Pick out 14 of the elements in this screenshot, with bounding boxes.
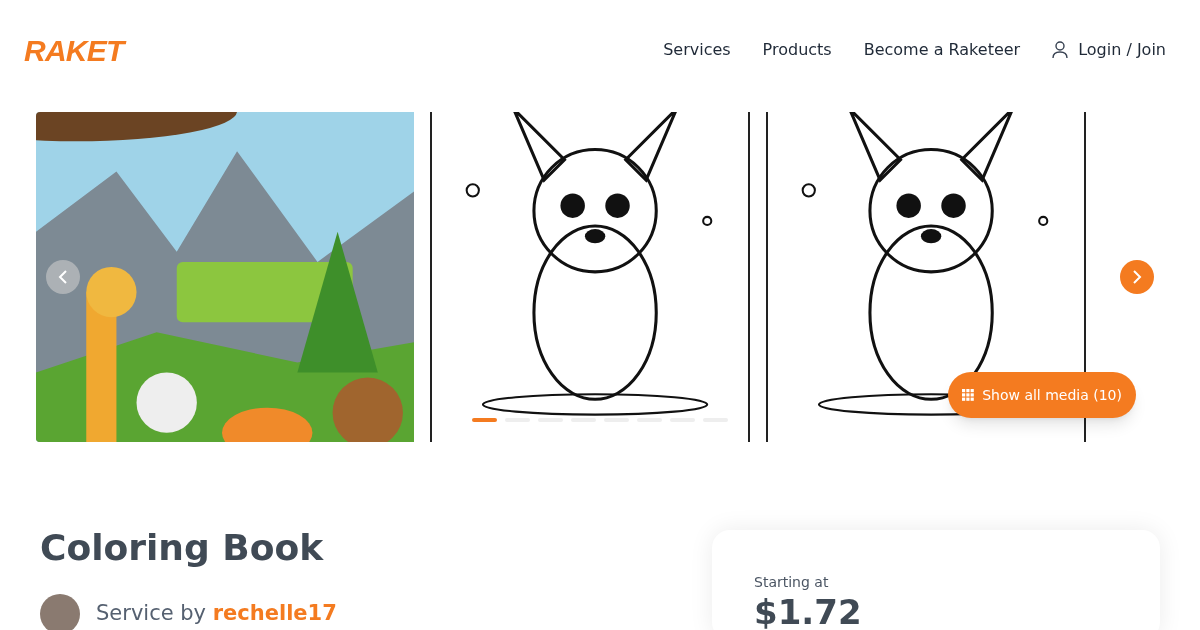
chevron-left-icon (58, 270, 68, 284)
price-label: Starting at (754, 573, 830, 592)
nav-link[interactable]: Services (663, 38, 731, 62)
next-button[interactable] (1120, 260, 1154, 294)
nav-link[interactable]: Become a Raketeer (863, 38, 1021, 62)
price-value: $1.72 (754, 593, 863, 630)
user-icon (1052, 41, 1069, 59)
grid-icon (962, 389, 975, 401)
listing-title: Coloring Book (40, 526, 325, 570)
avatar (40, 594, 80, 630)
nav-link[interactable]: Products (762, 38, 832, 62)
chevron-right-icon (1132, 270, 1142, 284)
login-link[interactable]: Login / Join (1052, 38, 1166, 62)
service-by-text: Service by rechelle17 (96, 600, 337, 628)
